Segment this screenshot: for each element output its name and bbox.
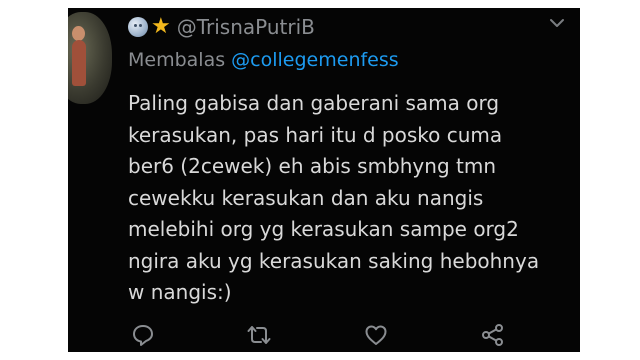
username[interactable]: @TrisnaPutriB <box>177 15 315 39</box>
star-icon: ★ <box>151 14 171 39</box>
reply-context: Membalas @collegemenfess <box>128 49 399 71</box>
tweet-header: ★ @TrisnaPutriB <box>128 11 315 43</box>
tweet-text-line: kerasukan, pas hari itu d posko cuma <box>128 122 503 147</box>
reply-button[interactable] <box>130 322 156 348</box>
tweet-body: Paling gabisa dan gaberani sama org kera… <box>128 88 578 309</box>
like-button[interactable] <box>363 322 389 348</box>
chevron-down-icon[interactable] <box>549 17 565 29</box>
tweet-text-line: ber6 (2cewek) eh abis smbhyng tmn <box>128 154 496 178</box>
reply-icon <box>133 325 153 346</box>
tweet-text-line: ngira aku yg kerasukan saking hebohnya <box>128 248 540 273</box>
reply-prefix: Membalas <box>128 49 226 71</box>
retweet-icon <box>247 326 271 344</box>
action-bar <box>68 320 580 350</box>
share-button[interactable] <box>480 322 506 348</box>
retweet-button[interactable] <box>246 322 272 348</box>
tweet-card: ★ @TrisnaPutriB Membalas @collegemenfess… <box>68 8 580 352</box>
tweet-text-line: w nangis:) <box>128 280 232 304</box>
avatar[interactable] <box>68 12 112 104</box>
share-icon <box>482 324 503 346</box>
moon-face-icon <box>128 17 148 37</box>
avatar-figure <box>72 40 86 86</box>
avatar-head <box>72 26 85 41</box>
tweet-text-line: melebihi org yg kerasukan sampe org2 <box>128 217 519 241</box>
like-icon <box>365 325 387 345</box>
tweet-text-line: Paling gabisa dan gaberani sama org <box>128 91 500 115</box>
reply-handle-link[interactable]: @collegemenfess <box>231 49 398 71</box>
tweet-text-line: cewekku kerasukan dan aku nangis <box>128 185 484 210</box>
